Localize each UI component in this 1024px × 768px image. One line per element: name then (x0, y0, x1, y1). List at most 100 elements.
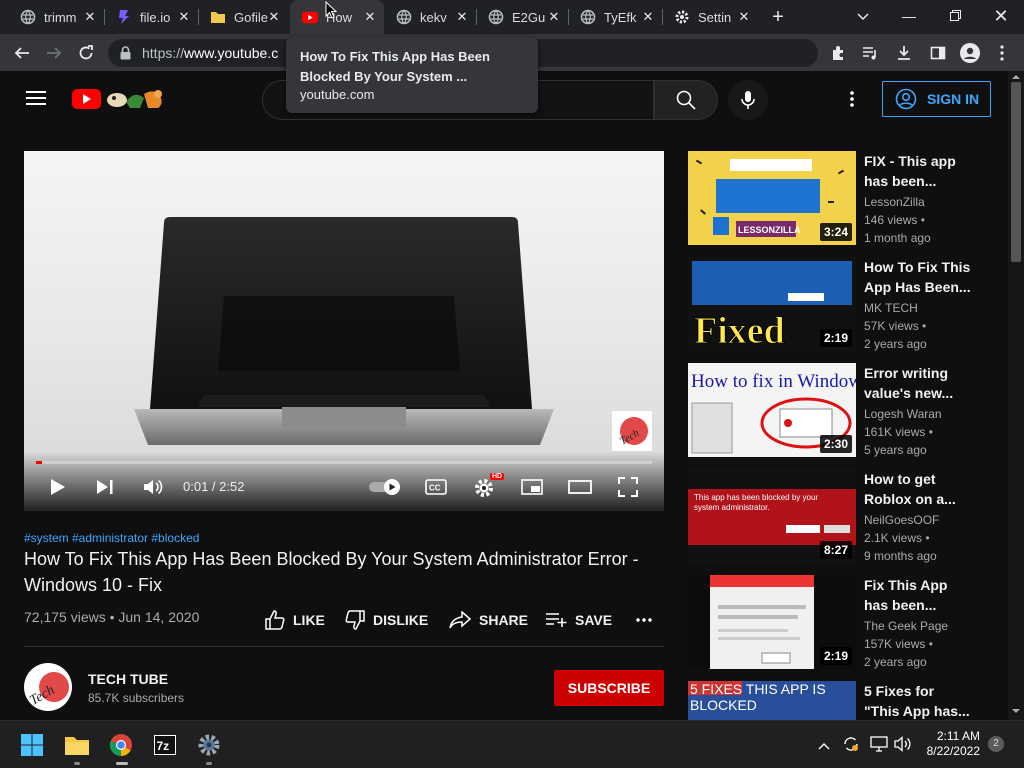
video-thumbnail[interactable]: How to fix in Windows... 2:30 (688, 363, 856, 457)
view-count-date: 72,175 views • Jun 14, 2020 (24, 609, 200, 625)
url-text: https://www.youtube.c (142, 45, 279, 61)
globe-icon (488, 9, 504, 25)
recommended-views: 2.1K views • (864, 531, 930, 545)
tooltip-title: How To Fix This App Has Been Blocked By … (300, 49, 490, 84)
hd-badge: HD (490, 473, 505, 480)
save-label: SAVE (575, 612, 613, 628)
tab-settings[interactable]: Settin ✕ (662, 0, 758, 34)
close-tab-icon[interactable]: ✕ (546, 9, 562, 25)
new-tab-button[interactable]: + (766, 5, 790, 29)
profile-avatar[interactable] (958, 41, 982, 65)
close-tab-icon[interactable]: ✕ (736, 9, 752, 25)
video-duration: 2:19 (819, 647, 852, 665)
recommended-views: 157K views • (864, 637, 933, 651)
settings-gear-button[interactable]: HD (470, 473, 505, 501)
like-button[interactable]: LIKE (265, 609, 325, 631)
recommended-video[interactable]: How to fix in Windows... 2:30 Error writ… (688, 363, 998, 459)
video-thumbnail[interactable]: LESSONZILLA 3:24 (688, 151, 856, 245)
volume-tray-icon[interactable] (894, 736, 912, 757)
recommended-title: Fix This App has been... (864, 577, 948, 613)
video-player[interactable]: Tech 0:01 / 2:52 CC HD (24, 151, 664, 511)
miniplayer-button[interactable] (518, 473, 546, 501)
minimize-button[interactable]: — (894, 4, 924, 28)
recommended-title: How To Fix This App Has Been... (864, 259, 971, 295)
sign-in-button[interactable]: SIGN IN (882, 81, 991, 117)
mouse-cursor-icon (325, 0, 338, 24)
downloads-icon[interactable] (892, 41, 916, 65)
channel-name[interactable]: TECH TUBE (88, 671, 168, 687)
next-video-button[interactable] (91, 473, 119, 501)
recommended-video[interactable]: Fixed 2:19 How To Fix This App Has Been..… (688, 257, 998, 353)
tab-file-io[interactable]: file.io ✕ (104, 0, 198, 34)
video-thumbnail[interactable]: Fixed 2:19 (688, 257, 856, 351)
tab-e2gu[interactable]: E2Gu ✕ (476, 0, 568, 34)
dislike-button[interactable]: DISLIKE (345, 609, 428, 631)
more-actions-icon[interactable] (636, 609, 660, 631)
side-panel-icon[interactable] (926, 41, 950, 65)
chrome-menu-icon[interactable] (990, 41, 1014, 65)
7zip-icon[interactable]: 7z (149, 729, 181, 761)
forward-button[interactable] (42, 41, 66, 65)
lock-icon (120, 46, 131, 65)
close-tab-icon[interactable]: ✕ (176, 9, 192, 25)
hamburger-menu-icon[interactable] (26, 90, 46, 111)
close-tab-icon[interactable]: ✕ (82, 9, 98, 25)
video-duration: 2:19 (819, 329, 852, 347)
settings-gear-taskbar-icon[interactable] (193, 729, 225, 761)
windows-start-icon[interactable] (16, 729, 48, 761)
tab-youtube-active[interactable]: How ✕ (290, 0, 384, 34)
scrollbar-thumb[interactable] (1011, 82, 1021, 262)
media-control-icon[interactable] (858, 41, 882, 65)
restore-button[interactable] (940, 4, 970, 28)
windows-taskbar: 7z (0, 720, 1024, 768)
recommended-video[interactable]: LESSONZILLA 3:24 FIX - This app has been.… (688, 151, 998, 247)
recommended-title: 5 Fixes for "This App has... (864, 683, 970, 719)
theater-mode-button[interactable] (566, 473, 594, 501)
progress-bar[interactable] (36, 461, 652, 464)
network-icon[interactable] (870, 736, 888, 757)
tab-trimm[interactable]: trimm ✕ (8, 0, 104, 34)
hashtags[interactable]: #system #administrator #blocked (24, 531, 199, 545)
video-thumbnail[interactable]: 2:19 (688, 575, 856, 669)
subscriber-count: 85.7K subscribers (88, 691, 185, 705)
subtitles-button[interactable]: CC (422, 473, 450, 501)
youtube-doodle-logo[interactable] (72, 86, 172, 115)
tab-kekv[interactable]: kekv ✕ (384, 0, 476, 34)
tab-gofile[interactable]: Gofile ✕ (198, 0, 288, 34)
close-tab-icon[interactable]: ✕ (266, 9, 282, 25)
fullscreen-button[interactable] (614, 473, 642, 501)
video-thumbnail[interactable]: 5 FIXES THIS APP IS BLOCKED (688, 681, 856, 720)
system-clock[interactable]: 2:11 AM 8/22/2022 (920, 729, 980, 759)
channel-avatar[interactable]: Tech (24, 663, 72, 711)
search-button[interactable] (654, 80, 718, 120)
back-button[interactable] (10, 41, 34, 65)
like-label: LIKE (293, 612, 325, 628)
more-options-icon[interactable] (850, 91, 854, 112)
subscribe-button[interactable]: SUBSCRIBE (554, 670, 664, 706)
reload-button[interactable] (74, 41, 98, 65)
sync-icon[interactable] (842, 735, 860, 758)
autoplay-toggle[interactable] (368, 473, 402, 501)
tab-search-button[interactable] (848, 4, 878, 28)
tab-tyefk[interactable]: TyEfk ✕ (568, 0, 662, 34)
chevron-up-icon[interactable] (818, 737, 830, 755)
play-button[interactable] (44, 473, 72, 501)
notification-count-badge[interactable]: 2 (988, 736, 1004, 752)
voice-search-button[interactable] (728, 80, 768, 120)
close-window-button[interactable]: ✕ (986, 4, 1016, 28)
chrome-taskbar-icon[interactable] (105, 729, 137, 761)
close-tab-icon[interactable]: ✕ (454, 9, 470, 25)
video-duration: 3:24 (819, 223, 852, 241)
close-tab-icon[interactable]: ✕ (362, 9, 378, 25)
recommended-video[interactable]: This app has been blocked by your system… (688, 469, 998, 565)
video-thumbnail[interactable]: This app has been blocked by your system… (688, 469, 856, 563)
save-button[interactable]: SAVE (545, 609, 612, 631)
file-explorer-icon[interactable] (61, 729, 93, 761)
close-tab-icon[interactable]: ✕ (640, 9, 656, 25)
recommended-video[interactable]: 5 FIXES THIS APP IS BLOCKED 5 Fixes for "… (688, 681, 998, 720)
share-button[interactable]: SHARE (449, 609, 528, 631)
volume-icon[interactable] (139, 473, 167, 501)
extensions-icon[interactable] (826, 41, 850, 65)
recommended-video[interactable]: 2:19 Fix This App has been... The Geek Pa… (688, 575, 998, 671)
recommended-channel: The Geek Page (864, 619, 949, 633)
